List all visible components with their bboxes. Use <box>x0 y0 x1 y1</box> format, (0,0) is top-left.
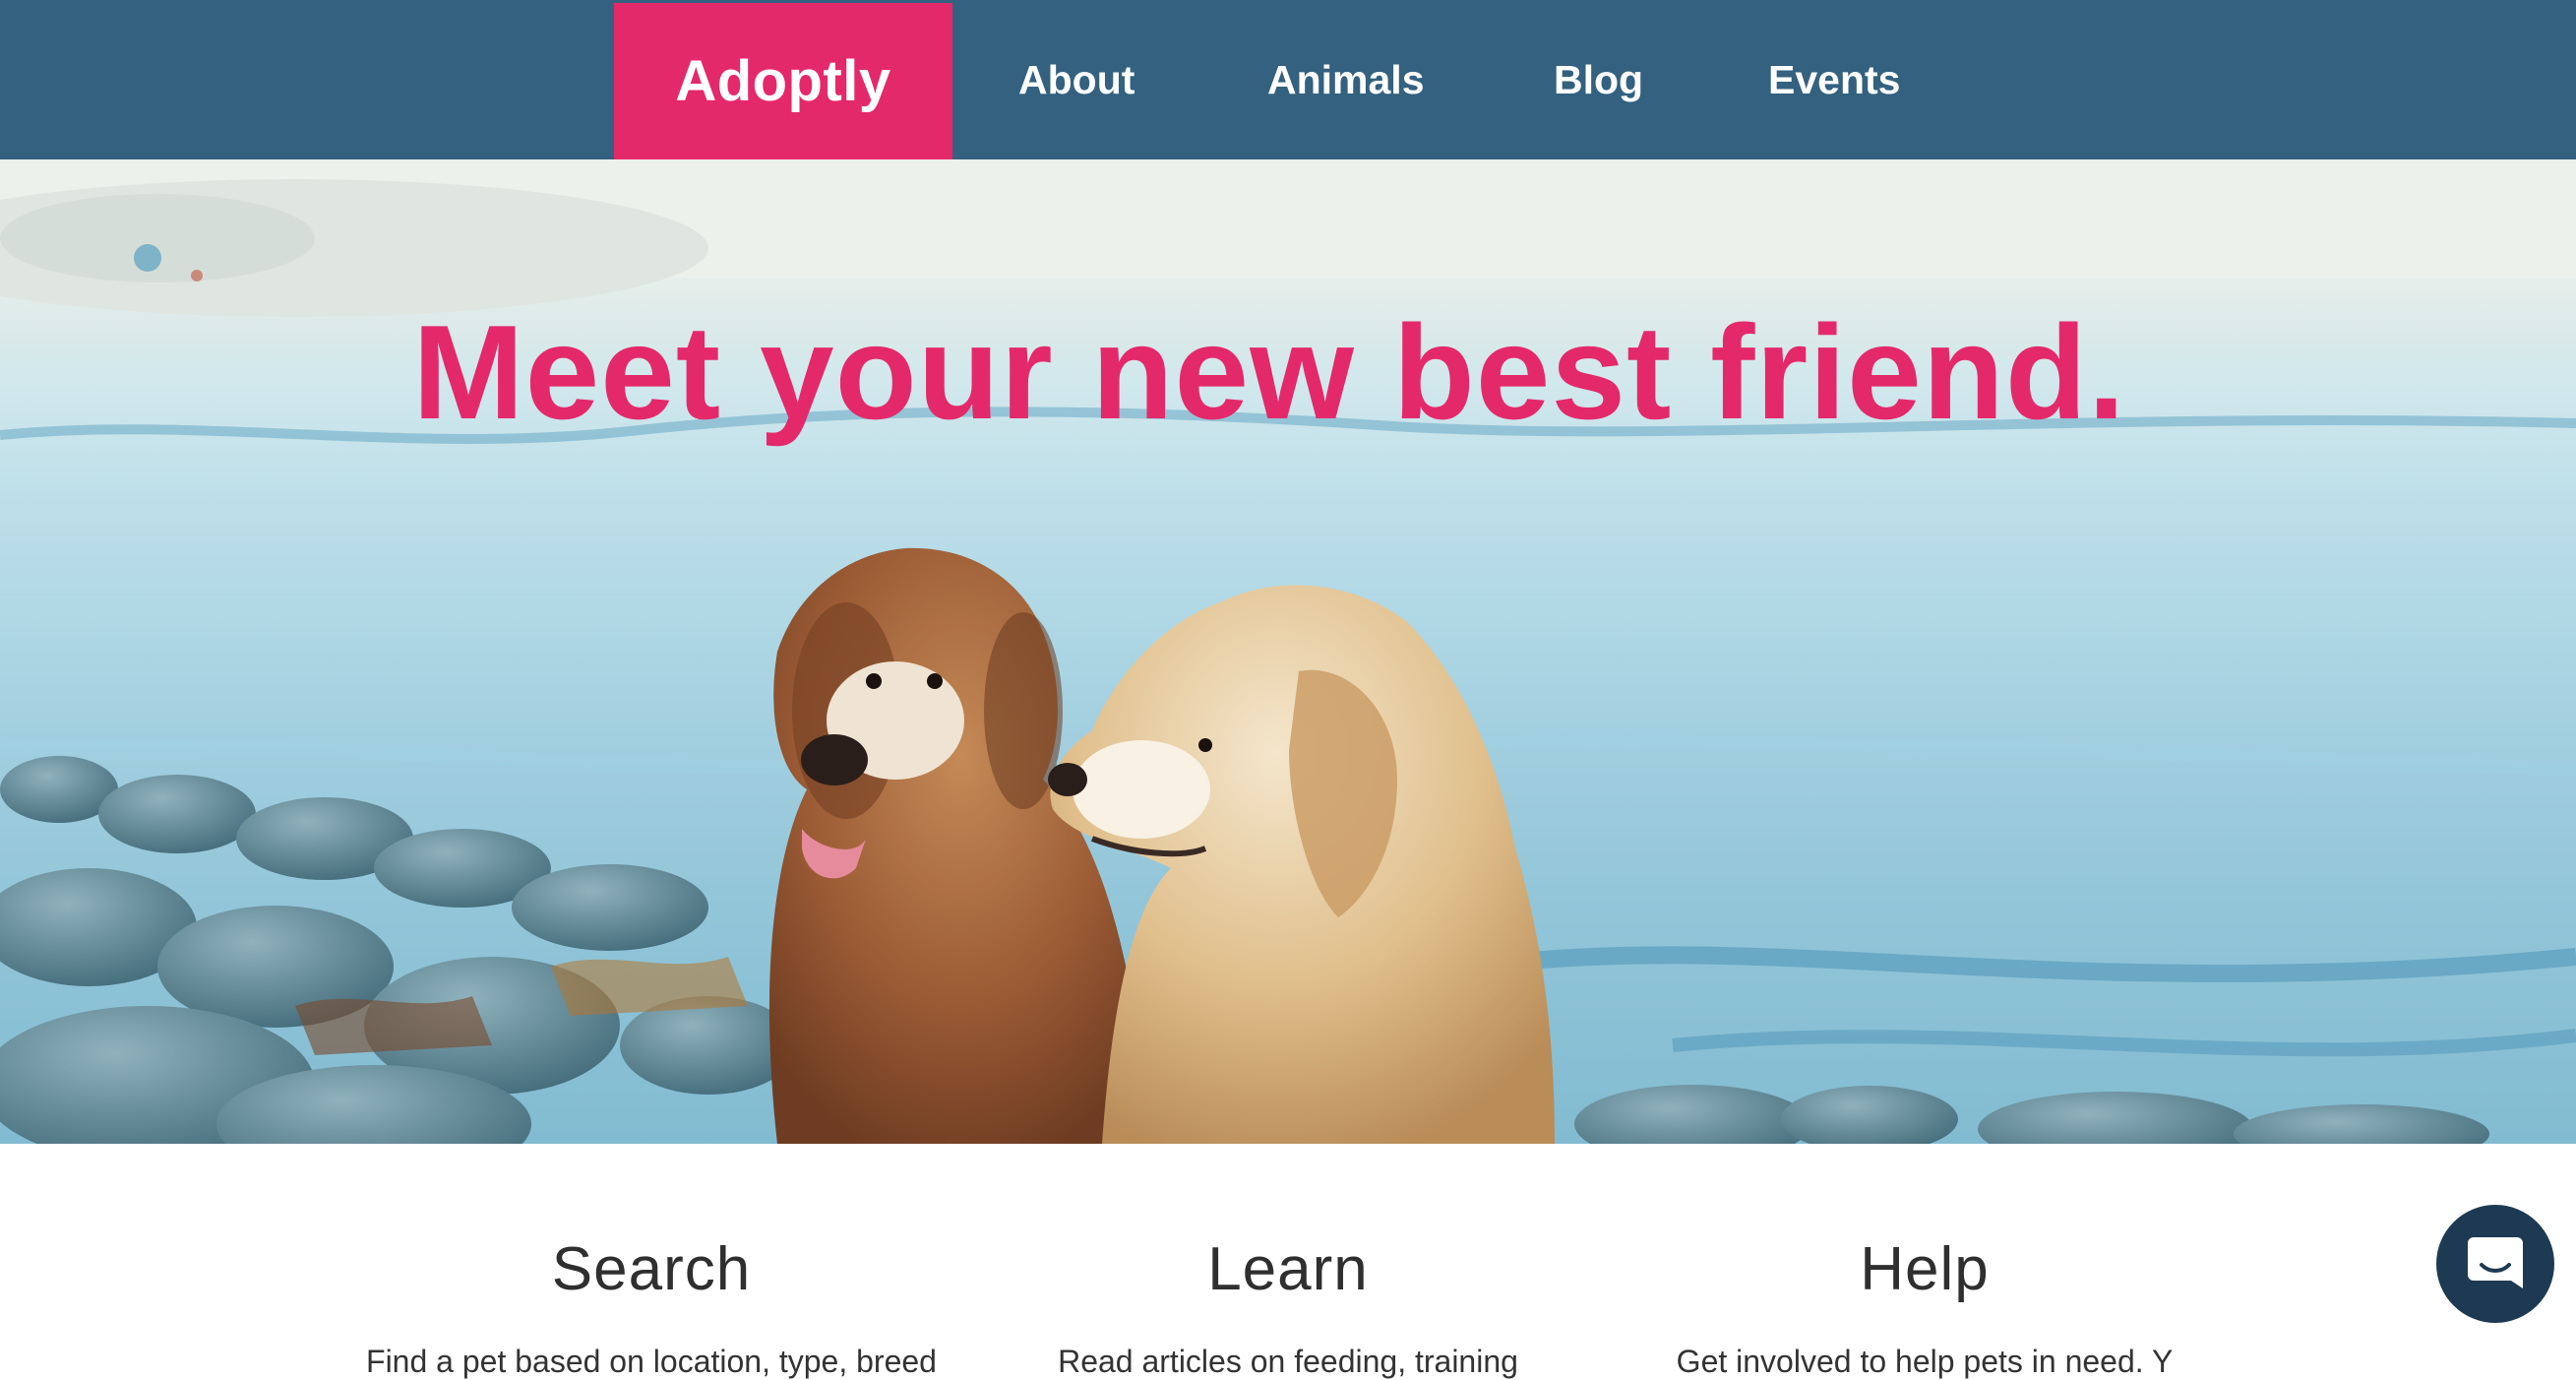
features-section: Search Find a pet based on location, typ… <box>0 1144 2576 1379</box>
nav-link-blog[interactable]: Blog <box>1554 0 1643 159</box>
nav-link-about[interactable]: About <box>1018 0 1135 159</box>
feature-description-search: Find a pet based on location, type, bree… <box>366 1344 937 1379</box>
chat-bubble-icon <box>2464 1231 2527 1297</box>
hero-headline: Meet your new best friend. <box>412 297 2126 447</box>
feature-help: Help Get involved to help pets in need. … <box>1600 1144 2249 1380</box>
feature-title-search: Search <box>551 1235 752 1303</box>
hero-banner: Meet your new best friend. <box>0 159 2576 1144</box>
feature-description-help: Get involved to help pets in need. Y <box>1676 1344 2174 1379</box>
feature-learn: Learn Read articles on feeding, training <box>963 1144 1613 1380</box>
feature-search: Search Find a pet based on location, typ… <box>327 1144 976 1380</box>
feature-title-learn: Learn <box>1207 1235 1369 1303</box>
nav-link-events[interactable]: Events <box>1768 0 1900 159</box>
nav-link-animals[interactable]: Animals <box>1267 0 1425 159</box>
feature-title-help: Help <box>1860 1235 1990 1303</box>
feature-description-learn: Read articles on feeding, training <box>1058 1344 1518 1379</box>
brand-logo-link[interactable]: Adoptly <box>614 3 952 159</box>
chat-launcher-button[interactable] <box>2436 1205 2554 1323</box>
top-navbar: Adoptly About Animals Blog Events <box>0 0 2576 159</box>
